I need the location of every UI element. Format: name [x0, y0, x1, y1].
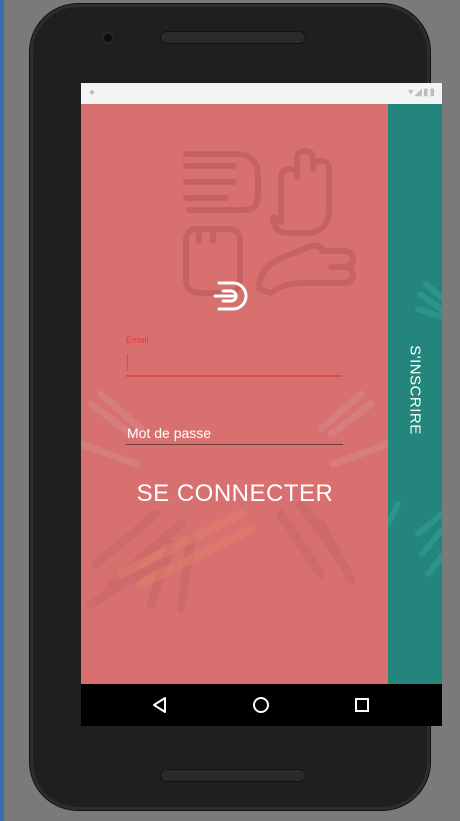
front-camera: [104, 34, 112, 42]
home-circle-icon[interactable]: [251, 695, 271, 715]
password-field[interactable]: [126, 422, 343, 445]
navigation-bar: [81, 684, 442, 726]
hands-background-icon: [81, 148, 388, 614]
text-cursor: [127, 354, 128, 371]
top-speaker: [160, 31, 306, 44]
recents-square-icon[interactable]: [352, 695, 372, 715]
status-icons: ▾◢▮▮: [408, 87, 436, 98]
back-triangle-icon[interactable]: [150, 695, 170, 715]
register-tab[interactable]: S'INSCRIRE: [404, 330, 426, 450]
register-label: S'INSCRIRE: [406, 345, 424, 435]
login-button[interactable]: SE CONNECTER: [126, 472, 344, 516]
login-panel: Email SE CONNECTER: [81, 104, 388, 684]
app-logo-icon: [213, 281, 248, 311]
window-edge: [0, 0, 4, 821]
phone-frame: ● ▾◢▮▮ Email SE CONNECTER S'INSCRIRE: [30, 4, 442, 810]
email-label: Email: [126, 335, 149, 345]
login-screen: Email SE CONNECTER S'INSCRIRE: [81, 104, 442, 684]
register-panel[interactable]: S'INSCRIRE: [388, 104, 442, 684]
device-screen: ● ▾◢▮▮ Email SE CONNECTER S'INSCRIRE: [81, 83, 442, 726]
status-bar: ● ▾◢▮▮: [81, 83, 442, 104]
bottom-speaker: [160, 769, 306, 782]
email-field[interactable]: [126, 349, 342, 377]
status-dot-icon: ●: [89, 87, 96, 98]
